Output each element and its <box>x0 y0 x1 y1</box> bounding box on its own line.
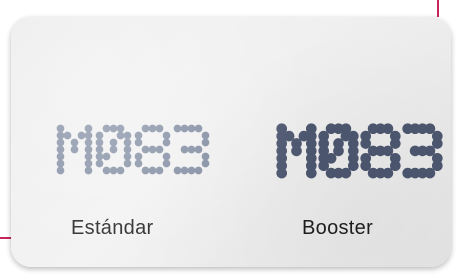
print-dot <box>84 124 93 133</box>
print-dot <box>141 124 150 133</box>
standard-label: Estándar <box>71 217 154 239</box>
print-dot <box>84 159 93 168</box>
print-dot <box>276 167 288 179</box>
print-dot <box>95 159 104 168</box>
print-dot <box>187 166 196 175</box>
print-dot <box>95 131 104 140</box>
print-dot <box>109 124 118 133</box>
print-dot <box>95 138 104 147</box>
print-dot <box>291 145 302 157</box>
print-dot <box>134 152 143 161</box>
print-dot <box>180 166 189 175</box>
print-dot <box>162 152 171 161</box>
print-dot <box>102 152 111 161</box>
print-dot <box>84 166 93 175</box>
print-dot <box>84 152 93 161</box>
booster-print-sample <box>276 123 443 179</box>
accent-line-top <box>437 0 439 17</box>
print-dot <box>56 138 65 147</box>
print-dot <box>162 138 171 147</box>
print-dot <box>141 166 150 175</box>
print-dot <box>305 167 317 179</box>
print-dot <box>155 166 164 175</box>
print-dot <box>123 159 132 168</box>
print-dot <box>187 124 196 133</box>
print-dot <box>123 131 132 140</box>
print-dot <box>70 145 79 154</box>
print-dot <box>56 124 65 133</box>
print-dot <box>141 145 150 154</box>
print-dot <box>77 131 86 140</box>
print-dot <box>155 145 164 154</box>
print-dot <box>123 145 132 154</box>
print-dot <box>201 152 210 161</box>
print-dot <box>116 124 125 133</box>
print-dot <box>134 159 143 168</box>
print-dot <box>84 138 93 147</box>
print-dot <box>56 131 65 140</box>
print-dot <box>116 166 125 175</box>
print-dot <box>102 124 111 133</box>
print-dot <box>70 138 79 147</box>
print-dot <box>180 124 189 133</box>
booster-label: Booster <box>302 217 374 239</box>
print-dot <box>56 145 65 154</box>
print-dot <box>148 166 157 175</box>
print-dot <box>134 138 143 147</box>
print-dot <box>201 159 210 168</box>
print-dot <box>123 138 132 147</box>
print-dot <box>173 124 182 133</box>
print-dot <box>134 131 143 140</box>
print-dot <box>148 145 157 154</box>
print-dot <box>84 131 93 140</box>
print-dot <box>95 152 104 161</box>
print-dot <box>201 131 210 140</box>
standard-print-sample <box>56 124 210 175</box>
print-dot <box>340 167 352 179</box>
print-dot <box>95 145 104 154</box>
print-dot <box>382 167 394 179</box>
comparison-card: Estándar Booster <box>11 17 451 267</box>
print-dot <box>173 166 182 175</box>
print-dot <box>109 166 118 175</box>
print-dot <box>109 138 118 147</box>
print-dot <box>123 152 132 161</box>
print-dot <box>194 145 203 154</box>
print-dot <box>162 159 171 168</box>
print-dot <box>56 159 65 168</box>
print-dot <box>63 131 72 140</box>
print-dot <box>148 124 157 133</box>
print-dot <box>56 166 65 175</box>
print-dot <box>162 131 171 140</box>
print-dot <box>194 166 203 175</box>
print-dot <box>201 138 210 147</box>
print-dot <box>155 124 164 133</box>
print-dot <box>102 166 111 175</box>
print-dot <box>56 152 65 161</box>
print-dot <box>194 124 203 133</box>
print-dot <box>180 145 189 154</box>
print-dot <box>84 145 93 154</box>
print-dot <box>424 167 436 179</box>
print-dot <box>109 145 118 154</box>
print-dot <box>116 131 125 140</box>
print-dot <box>187 145 196 154</box>
